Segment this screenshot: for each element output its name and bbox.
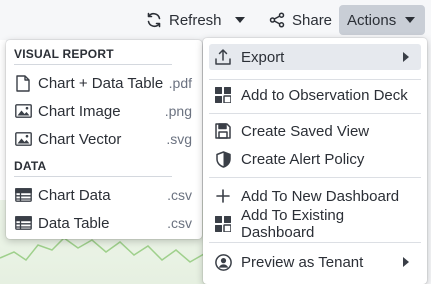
export-chart-data-table-pdf[interactable]: Chart + Data Table .pdf [14,71,194,95]
export-item-extension: .csv [167,187,192,203]
data-heading: DATA [14,159,47,173]
share-icon [269,12,285,28]
refresh-icon [145,11,163,29]
caret-right-icon [399,257,413,267]
refresh-label: Refresh [169,11,222,29]
grid-icon [213,85,233,105]
export-data-table-csv[interactable]: Data Table .csv [14,211,194,235]
export-item-extension: .pdf [168,75,192,91]
save-icon [213,121,233,141]
actions-menu: Export Add to Observation Deck Create Sa… [203,38,427,284]
menu-item-preview-as-tenant[interactable]: Preview as Tenant [209,249,421,275]
menu-item-export[interactable]: Export [209,44,421,70]
menu-item-add-to-new-dashboard[interactable]: Add To New Dashboard [209,183,421,209]
caret-right-icon [399,52,413,62]
menu-item-label: Add to Observation Deck [241,86,408,104]
export-chart-vector-svg[interactable]: Chart Vector .svg [14,127,194,151]
actions-button[interactable]: Actions [339,5,425,35]
document-icon [14,74,32,92]
menu-item-create-saved-view[interactable]: Create Saved View [209,118,421,144]
menu-item-create-alert-policy[interactable]: Create Alert Policy [209,146,421,172]
export-item-label: Chart Vector [38,130,122,148]
image-icon [14,130,32,148]
menu-item-label: Add To Existing Dashboard [241,207,345,241]
divider [209,79,421,80]
refresh-button[interactable]: Refresh [139,5,228,35]
shield-icon [213,149,233,169]
menu-item-label: Preview as Tenant [241,253,364,271]
menu-item-add-to-observation-deck[interactable]: Add to Observation Deck [209,82,421,108]
divider [209,242,421,243]
export-item-label: Chart Image [38,102,121,120]
export-item-extension: .svg [166,131,192,147]
export-chart-image-png[interactable]: Chart Image .png [14,99,194,123]
actions-label: Actions [347,11,397,29]
divider [14,64,172,65]
caret-down-icon [235,17,245,23]
table-icon [14,214,32,232]
share-button[interactable]: Share [263,5,338,35]
export-item-label: Chart + Data Table [38,74,164,92]
table-icon [14,186,32,204]
share-label: Share [292,11,333,29]
export-item-extension: .csv [167,215,192,231]
export-submenu: VISUAL REPORT Chart + Data Table .pdf Ch… [6,40,202,239]
user-circle-icon [213,252,233,272]
export-item-label: Chart Data [38,186,111,204]
divider [209,113,421,114]
menu-item-label: Add To New Dashboard [241,187,400,205]
menu-item-label: Create Saved View [241,122,370,140]
grid-icon [213,214,233,234]
caret-down-icon [405,17,416,23]
image-icon [14,102,32,120]
visual-report-heading: VISUAL REPORT [14,47,114,61]
menu-item-label: Export [241,48,285,66]
export-item-label: Data Table [38,214,110,232]
divider [209,177,421,178]
toolbar: Refresh Share Actions [0,0,431,40]
export-item-extension: .png [164,103,192,119]
menu-item-label: Create Alert Policy [241,150,365,168]
refresh-options-button[interactable] [231,5,249,35]
menu-item-add-to-existing-dashboard[interactable]: Add To Existing Dashboard [209,207,421,241]
divider [14,176,172,177]
export-chart-data-csv[interactable]: Chart Data .csv [14,183,194,207]
plus-icon [213,186,233,206]
export-icon [213,47,233,67]
